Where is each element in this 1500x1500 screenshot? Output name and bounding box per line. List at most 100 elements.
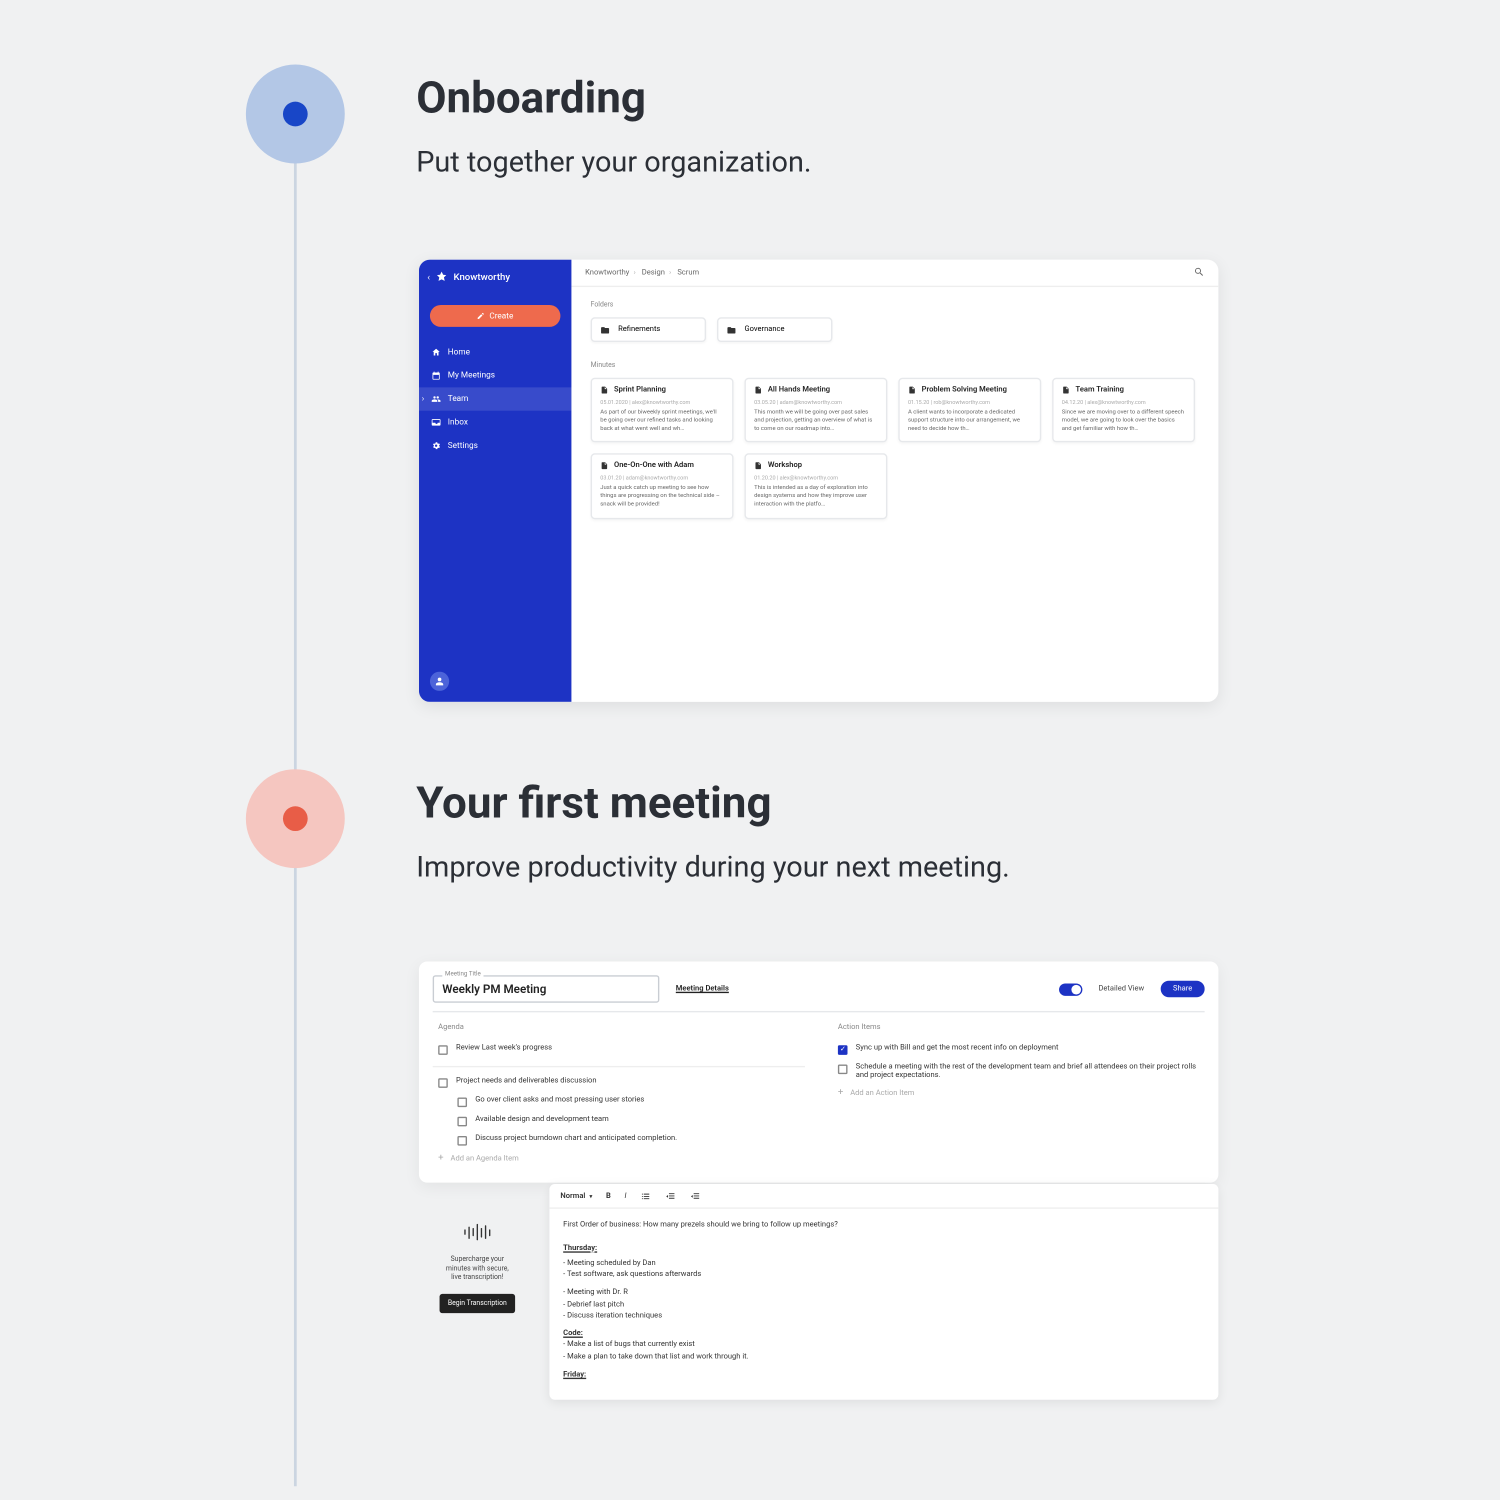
checkbox-icon[interactable]: [438, 1078, 448, 1088]
meeting-title-input[interactable]: Meeting Title Weekly PM Meeting: [433, 975, 660, 1002]
breadcrumb[interactable]: Knowtworthy› Design› Scrum: [585, 269, 699, 277]
agenda-text: Available design and development team: [475, 1115, 608, 1123]
add-agenda-label: Add an Agenda Item: [451, 1155, 519, 1163]
action-item[interactable]: Sync up with Bill and get the most recen…: [832, 1040, 1204, 1059]
person-icon: [434, 676, 445, 687]
checkbox-icon[interactable]: [457, 1117, 467, 1127]
minute-card[interactable]: All Hands Meeting03.05.20 | adam@knowtwo…: [744, 378, 887, 443]
inbox-icon: [431, 418, 441, 428]
logo-icon: [436, 271, 448, 283]
agenda-text: Go over client asks and most pressing us…: [475, 1096, 644, 1104]
minute-card[interactable]: Problem Solving Meeting01.15.20 | rob@kn…: [898, 378, 1041, 443]
bold-button[interactable]: B: [606, 1192, 611, 1200]
card-title: One-On-One with Adam: [614, 462, 694, 470]
agenda-text: Project needs and deliverables discussio…: [456, 1077, 596, 1085]
section-title-onboarding: Onboarding: [416, 71, 646, 123]
gear-icon: [431, 441, 441, 451]
crumb-0[interactable]: Knowtworthy: [585, 269, 629, 277]
editor-line: - Test software, ask questions afterward…: [563, 1269, 1204, 1280]
card-meta: 04.12.20 | alex@knowtworthy.com: [1062, 398, 1186, 405]
detailed-view-toggle[interactable]: [1059, 983, 1082, 995]
list-button[interactable]: [640, 1190, 651, 1201]
doc-icon: [908, 386, 916, 394]
card-title: All Hands Meeting: [768, 386, 830, 394]
team-icon: [431, 394, 441, 404]
action-text: Schedule a meeting with the rest of the …: [856, 1063, 1199, 1079]
checkbox-icon[interactable]: [457, 1098, 467, 1108]
checkbox-checked-icon[interactable]: [838, 1045, 848, 1055]
transc-line: live transcription!: [419, 1273, 536, 1282]
action-text: Sync up with Bill and get the most recen…: [856, 1044, 1059, 1052]
create-button[interactable]: Create: [430, 305, 560, 327]
avatar[interactable]: [430, 672, 449, 691]
card-desc: Since we are moving over to a different …: [1062, 409, 1186, 433]
minute-card[interactable]: Workshop01.20.20 | alex@knowtworthy.comT…: [744, 454, 887, 519]
indent-button[interactable]: [690, 1190, 701, 1201]
nav-my-meetings[interactable]: My Meetings: [419, 364, 571, 387]
editor-heading: Code:: [563, 1330, 583, 1338]
plus-icon: +: [438, 1155, 443, 1163]
checkbox-icon[interactable]: [457, 1136, 467, 1146]
nav-team[interactable]: Team: [419, 387, 571, 410]
agenda-subitem[interactable]: Available design and development team: [433, 1111, 805, 1130]
begin-transcription-button[interactable]: Begin Transcription: [440, 1293, 515, 1312]
crumb-2[interactable]: Scrum: [677, 269, 699, 277]
add-agenda-item[interactable]: + Add an Agenda Item: [433, 1150, 805, 1169]
transcription-promo: Supercharge your minutes with secure, li…: [419, 1184, 536, 1400]
editor-heading: Thursday:: [563, 1244, 597, 1252]
meeting-details-link[interactable]: Meeting Details: [676, 985, 729, 993]
agenda-item[interactable]: Project needs and deliverables discussio…: [433, 1073, 805, 1092]
back-icon[interactable]: ‹: [427, 271, 430, 282]
doc-icon: [754, 462, 762, 470]
crumb-1[interactable]: Design: [642, 269, 665, 277]
agenda-subitem[interactable]: Discuss project burndown chart and antic…: [433, 1130, 805, 1149]
card-title: Team Training: [1076, 386, 1124, 394]
action-item[interactable]: Schedule a meeting with the rest of the …: [832, 1059, 1204, 1084]
doc-icon: [600, 462, 608, 470]
pencil-icon: [477, 312, 485, 320]
editor-toolbar: Normal▾ B I: [549, 1184, 1218, 1209]
minute-card[interactable]: Team Training 04.12.20 | alex@knowtworthy…: [1052, 378, 1195, 443]
actions-heading: Action Items: [832, 1023, 1204, 1031]
nav-meetings-label: My Meetings: [448, 371, 495, 381]
checkbox-icon[interactable]: [838, 1065, 848, 1075]
nav-home[interactable]: Home: [419, 341, 571, 364]
editor-line: - Meeting with Dr. R: [563, 1287, 1204, 1298]
timeline-dot-first-meeting: [246, 769, 345, 868]
sidebar: ‹ Knowtworthy Create Home My Meetings Te…: [419, 260, 571, 702]
search-button[interactable]: [1194, 266, 1205, 280]
minute-card[interactable]: One-On-One with Adam03.01.20 | adam@know…: [591, 454, 734, 519]
doc-icon: [600, 386, 608, 394]
minute-card[interactable]: Sprint Planning05.01.2020 | alex@knowtwo…: [591, 378, 734, 443]
doc-icon: [1062, 386, 1070, 394]
folder-refinements[interactable]: Refinements: [591, 317, 706, 342]
search-icon: [1194, 266, 1205, 277]
nav-inbox[interactable]: Inbox: [419, 411, 571, 434]
card-title: Workshop: [768, 462, 802, 470]
folders-heading: Folders: [591, 301, 1200, 309]
outdent-button[interactable]: [665, 1190, 676, 1201]
editor-body[interactable]: First Order of business: How many prezel…: [549, 1209, 1218, 1400]
agenda-item[interactable]: Review Last week's progress: [433, 1040, 805, 1059]
style-select[interactable]: Normal▾: [560, 1192, 592, 1200]
italic-button[interactable]: I: [625, 1192, 627, 1200]
editor-line: - Make a list of bugs that currently exi…: [563, 1340, 1204, 1351]
agenda-subitem[interactable]: Go over client asks and most pressing us…: [433, 1092, 805, 1111]
nav-inbox-label: Inbox: [448, 418, 468, 428]
card-desc: Just a quick catch up meeting to see how…: [600, 485, 724, 509]
add-action-label: Add an Action Item: [850, 1089, 914, 1097]
card-desc: A client wants to incorporate a dedicate…: [908, 409, 1032, 433]
section-sub-onboarding: Put together your organization.: [416, 147, 811, 180]
share-button[interactable]: Share: [1161, 981, 1205, 997]
add-action-item[interactable]: +Add an Action Item: [832, 1084, 1204, 1103]
card-desc: As part of our biweekly sprint meetings,…: [600, 409, 724, 433]
nav-settings[interactable]: Settings: [419, 434, 571, 457]
section-title-first-meeting: Your first meeting: [416, 776, 771, 828]
section-sub-first-meeting: Improve productivity during your next me…: [416, 852, 1010, 885]
editor-line: - Discuss iteration techniques: [563, 1310, 1204, 1321]
home-icon: [431, 348, 441, 358]
folder-governance[interactable]: Governance: [717, 317, 832, 342]
checkbox-icon[interactable]: [438, 1045, 448, 1055]
meeting-title-label: Meeting Title: [442, 971, 483, 978]
agenda-text: Discuss project burndown chart and antic…: [475, 1135, 677, 1143]
